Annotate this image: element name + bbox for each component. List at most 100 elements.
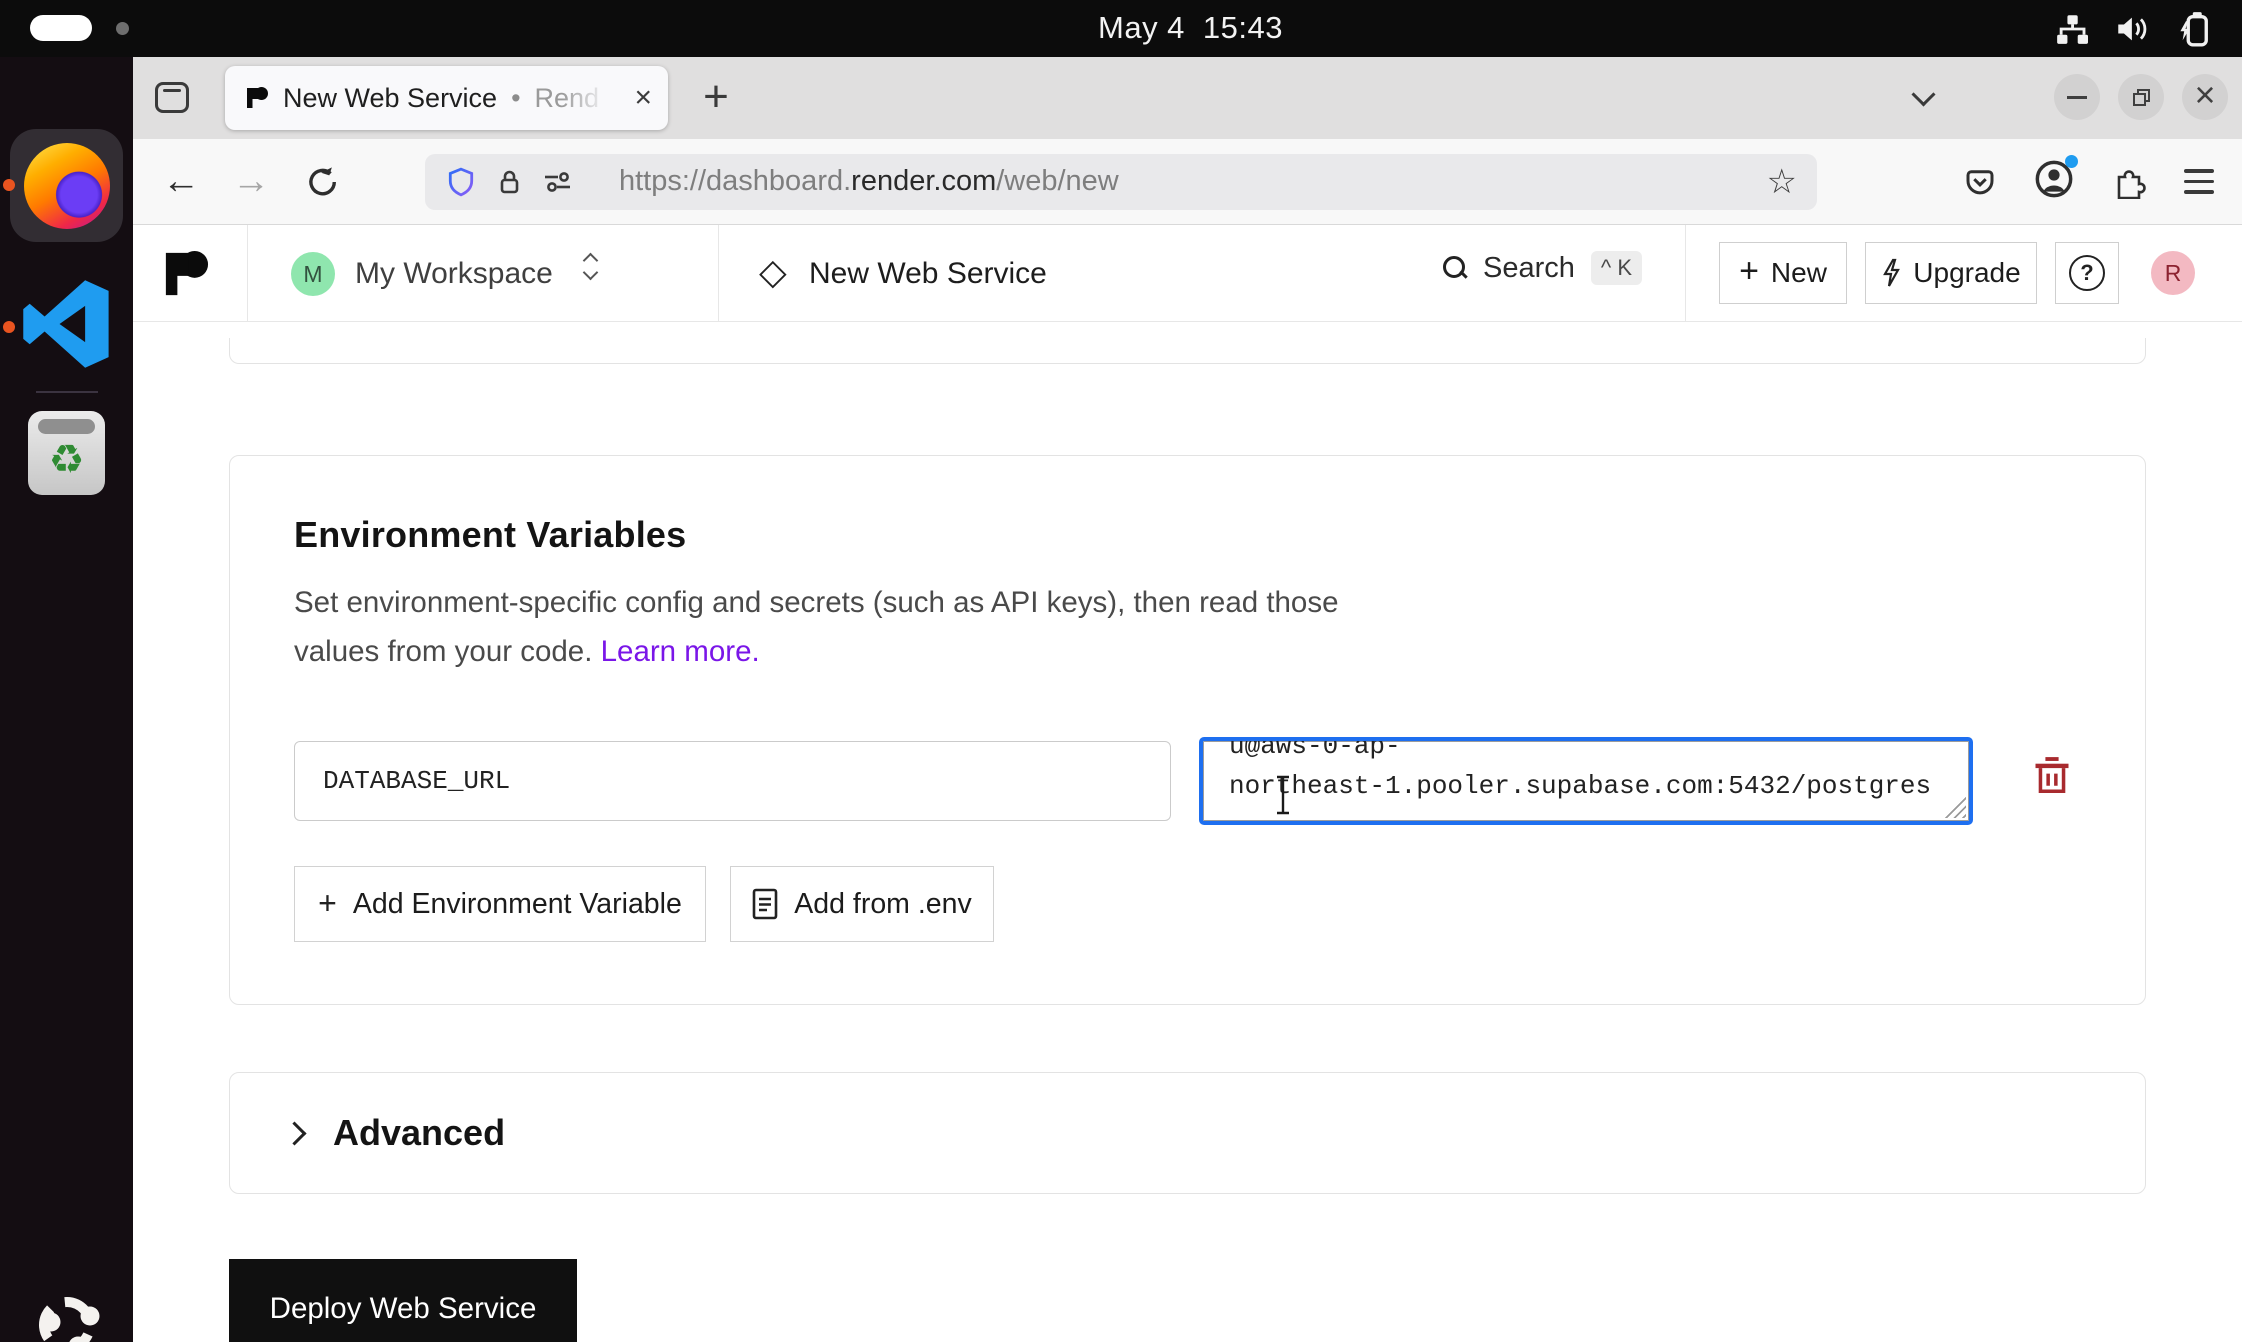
header-divider — [1685, 225, 1686, 322]
help-icon: ? — [2069, 255, 2105, 291]
plus-icon: + — [1739, 252, 1759, 291]
text-cursor — [1273, 774, 1293, 816]
url-path: /web/new — [996, 165, 1119, 197]
lightning-icon — [1881, 258, 1901, 288]
previous-card-bottom-edge — [229, 338, 2146, 364]
permissions-sliders-icon[interactable] — [543, 169, 573, 195]
minimize-icon — [2067, 96, 2087, 99]
restore-icon — [2133, 89, 2150, 106]
tab-title-fade — [562, 72, 620, 124]
tab-close-button[interactable]: × — [634, 83, 652, 113]
env-value-text: u@aws-0-ap-northeast-1.pooler.supabase.c… — [1229, 737, 1969, 806]
minimize-button[interactable] — [2054, 74, 2100, 120]
bookmark-star-icon[interactable]: ☆ — [1767, 162, 1797, 202]
active-tab[interactable]: New Web Service • Rend × — [225, 66, 668, 130]
firefox-icon — [24, 143, 110, 229]
reload-icon — [304, 165, 338, 199]
toolbar-icons — [1964, 159, 2242, 204]
firefox-running-dot — [3, 179, 15, 191]
close-window-button[interactable]: × — [2182, 74, 2228, 120]
workspace-avatar[interactable]: M — [291, 252, 335, 296]
trash-lid — [38, 419, 95, 434]
recycle-icon: ♻ — [49, 434, 85, 486]
firefox-view-button[interactable] — [155, 82, 189, 113]
close-icon: × — [2194, 77, 2215, 113]
workspace-indicator-dot[interactable] — [116, 22, 129, 35]
url-domain: render.com — [851, 165, 996, 197]
app-header: M My Workspace ◇ New Web Service Search … — [133, 225, 2242, 322]
url-text[interactable]: https://dashboard.render.com/web/new — [619, 165, 1119, 198]
account-button[interactable] — [2034, 159, 2074, 204]
delete-env-var-button[interactable] — [2030, 756, 2074, 800]
reload-button[interactable] — [299, 165, 343, 199]
expand-chevron-icon — [282, 1121, 306, 1145]
tab-favicon-render-icon — [245, 86, 269, 110]
header-divider — [718, 225, 719, 322]
browser-window: New Web Service • Rend × + × ← → — [133, 57, 2242, 1342]
url-prefix: https://dashboard. — [619, 165, 851, 197]
add-environment-variable-button[interactable]: + Add Environment Variable — [294, 866, 706, 942]
tab-title: New Web Service — [283, 83, 497, 114]
value-line2: northeast-1.pooler.supabase.com:5432/pos… — [1229, 771, 1931, 801]
show-apps-button[interactable] — [29, 1287, 105, 1342]
add-from-env-button[interactable]: Add from .env — [730, 866, 994, 942]
new-tab-button[interactable]: + — [693, 75, 739, 121]
env-vars-description: Set environment-specific config and secr… — [294, 578, 1339, 676]
clock-date: May 4 — [1098, 10, 1185, 46]
search-icon — [1443, 256, 1467, 280]
environment-variables-card: Environment Variables Set environment-sp… — [229, 455, 2146, 1005]
dock-item-firefox[interactable] — [10, 129, 123, 242]
url-bar[interactable]: https://dashboard.render.com/web/new ☆ — [425, 154, 1817, 210]
learn-more-link[interactable]: Learn more. — [601, 635, 760, 668]
workspace-indicator-active[interactable] — [30, 15, 92, 41]
system-tray[interactable] — [2056, 8, 2212, 50]
deploy-web-service-button[interactable]: Deploy Web Service — [229, 1259, 577, 1342]
dock-item-vscode[interactable] — [17, 265, 117, 383]
search-button[interactable]: Search ^ K — [1443, 251, 1642, 285]
list-tabs-chevron-icon[interactable] — [1911, 82, 1935, 106]
render-dashboard-page: M My Workspace ◇ New Web Service Search … — [133, 225, 2242, 1342]
network-icon — [2056, 13, 2088, 45]
page-title: New Web Service — [809, 257, 1047, 291]
system-clock[interactable]: May 4 15:43 — [1098, 10, 1283, 46]
restore-button[interactable] — [2118, 74, 2164, 120]
window-controls: × — [1915, 74, 2228, 120]
render-logo[interactable] — [163, 248, 209, 300]
help-button[interactable]: ? — [2055, 242, 2119, 304]
desc-line1: Set environment-specific config and secr… — [294, 586, 1339, 619]
upgrade-button-label: Upgrade — [1913, 257, 2020, 289]
trash-icon — [2030, 756, 2074, 800]
add-from-env-label: Add from .env — [794, 888, 971, 921]
forward-button[interactable]: → — [229, 160, 273, 203]
system-top-bar: May 4 15:43 — [0, 0, 2242, 57]
tracking-shield-icon — [447, 167, 475, 197]
battery-charging-icon — [2178, 11, 2212, 47]
ubuntu-icon — [29, 1287, 105, 1342]
plus-icon: + — [318, 885, 337, 922]
navigation-toolbar: ← → — [133, 139, 2242, 225]
advanced-heading: Advanced — [333, 1112, 505, 1154]
workspace-switcher-chevrons[interactable] — [585, 255, 596, 278]
new-button[interactable]: + New — [1719, 242, 1847, 304]
document-icon — [752, 888, 778, 920]
workspace-name[interactable]: My Workspace — [355, 257, 553, 291]
extensions-puzzle-icon[interactable] — [2112, 165, 2146, 199]
user-avatar[interactable]: R — [2151, 251, 2195, 295]
back-button[interactable]: ← — [159, 160, 203, 203]
search-label: Search — [1483, 252, 1575, 285]
pocket-icon[interactable] — [1964, 167, 1996, 197]
menu-hamburger-icon[interactable] — [2184, 169, 2214, 194]
upgrade-button[interactable]: Upgrade — [1865, 242, 2037, 304]
env-key-input[interactable]: DATABASE_URL — [294, 741, 1171, 821]
add-variable-label: Add Environment Variable — [353, 888, 682, 921]
new-button-label: New — [1771, 257, 1827, 289]
service-diamond-icon: ◇ — [759, 251, 787, 293]
env-value-textarea[interactable]: u@aws-0-ap-northeast-1.pooler.supabase.c… — [1199, 737, 1973, 825]
dock-divider — [36, 391, 98, 393]
vscode-running-dot — [3, 321, 15, 333]
advanced-section[interactable]: Advanced — [229, 1072, 2146, 1194]
dock-item-trash[interactable]: ♻ — [28, 411, 105, 495]
desc-line2: values from your code. — [294, 635, 601, 668]
volume-icon — [2116, 13, 2150, 45]
dock: ♻ — [0, 57, 133, 1342]
